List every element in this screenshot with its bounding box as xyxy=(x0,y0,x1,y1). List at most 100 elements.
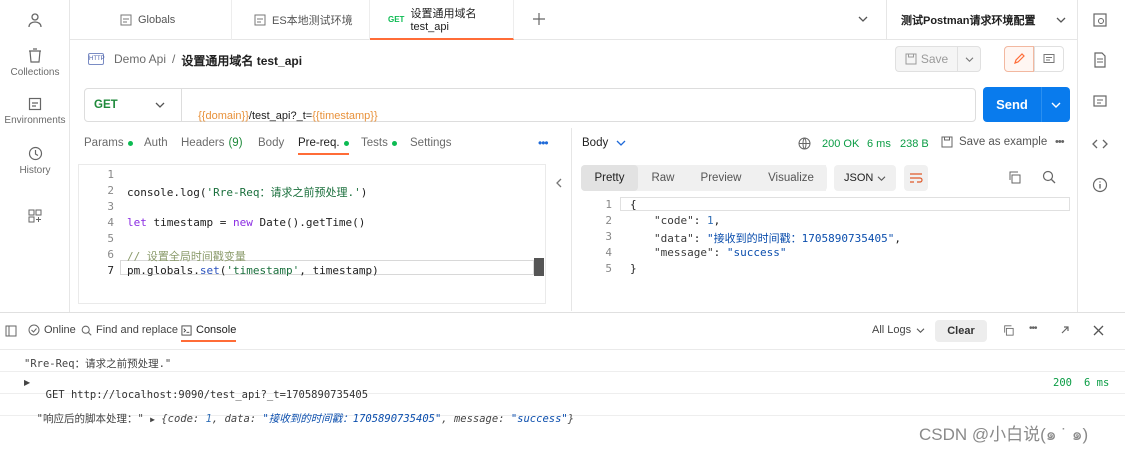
view-preview[interactable]: Preview xyxy=(690,165,752,191)
chevron-down-icon xyxy=(155,102,165,108)
new-tab-plus-icon[interactable] xyxy=(532,12,546,26)
documentation-icon[interactable] xyxy=(1092,52,1110,70)
save-options-button[interactable] xyxy=(957,46,981,72)
user-icon[interactable] xyxy=(27,12,43,28)
more-options-icon[interactable]: ••• xyxy=(1055,136,1065,148)
sidebar-item-history[interactable]: History xyxy=(0,146,70,176)
tab-label: 设置通用域名 test_api xyxy=(410,8,477,33)
more-options-icon[interactable]: ••• xyxy=(1029,323,1037,334)
tab-test-api[interactable]: GET 设置通用域名 test_api xyxy=(370,0,514,40)
json-value: "接收到的时间戳：1705890735405" xyxy=(707,232,895,245)
line-number: 2 xyxy=(605,214,612,227)
method-selector[interactable]: GET xyxy=(84,88,182,122)
edit-mode-button[interactable] xyxy=(1004,46,1034,72)
tab-body[interactable]: Body xyxy=(258,137,284,149)
code-comment: // 设置全局时间戳变量 xyxy=(127,250,246,263)
tab-pre-request[interactable]: Pre-req. xyxy=(298,137,349,155)
comment-mode-button[interactable] xyxy=(1034,46,1064,72)
tab-bar: Globals ES本地测试环境 GET 设置通用域名 test_api 测试P… xyxy=(70,0,1077,40)
response-status[interactable]: 200 OK xyxy=(822,138,859,150)
line-number: 7 xyxy=(107,264,114,277)
sidebar-item-environments[interactable]: Environments xyxy=(0,97,70,126)
tab-tests[interactable]: Tests xyxy=(361,137,397,149)
more-options-icon[interactable]: ••• xyxy=(538,136,549,150)
log-level-label: All Logs xyxy=(872,324,912,336)
save-as-example-button[interactable]: Save as example xyxy=(941,136,1047,148)
clear-label: Clear xyxy=(947,325,975,337)
left-sidebar: Collections Environments History xyxy=(0,0,70,312)
tab-label: Headers xyxy=(181,137,225,149)
right-sidebar xyxy=(1077,0,1125,312)
url-path: /test_api?_t= xyxy=(248,110,313,122)
info-icon[interactable] xyxy=(1092,177,1110,195)
clear-button[interactable]: Clear xyxy=(935,320,987,342)
breadcrumb: Demo Api / 设置通用域名 test_api xyxy=(114,52,302,69)
console-log-text: "响应后的脚本处理：" ▶ {code: 1, data: "接收到的时间戳：1… xyxy=(24,399,574,426)
tab-headers[interactable]: Headers (9) xyxy=(181,137,243,149)
pop-out-icon[interactable] xyxy=(1060,325,1070,335)
line-number: 3 xyxy=(605,230,612,243)
status-dot xyxy=(343,140,349,146)
editor-scrollbar[interactable] xyxy=(534,258,544,276)
comments-icon[interactable] xyxy=(1092,94,1110,112)
copy-icon[interactable] xyxy=(1008,171,1021,184)
apps-grid-icon[interactable] xyxy=(28,209,42,223)
pencil-icon xyxy=(1014,53,1025,64)
format-label: JSON xyxy=(844,172,874,184)
tab-method: GET xyxy=(388,14,405,24)
view-visualize[interactable]: Visualize xyxy=(756,165,826,191)
expand-caret-icon[interactable]: ▶ xyxy=(150,415,155,424)
search-icon[interactable] xyxy=(1042,170,1056,184)
line-number: 5 xyxy=(605,262,612,275)
response-size[interactable]: 238 B xyxy=(900,138,929,150)
url-input[interactable]: {{domain}}/test_api?_t={{timestamp}} xyxy=(192,98,378,122)
save-button[interactable]: Save xyxy=(895,46,957,72)
expand-caret-icon[interactable]: ▶ xyxy=(24,378,30,387)
trash-can-icon xyxy=(29,48,41,63)
pane-divider[interactable] xyxy=(571,128,572,311)
line-number: 3 xyxy=(107,200,114,213)
view-raw[interactable]: Raw xyxy=(640,165,686,191)
globe-icon[interactable] xyxy=(798,137,811,150)
tabs-dropdown-chevron-icon[interactable] xyxy=(858,15,868,23)
tab-params[interactable]: Params xyxy=(84,137,133,149)
console-object: {code: xyxy=(161,413,206,425)
environment-quicklook-icon[interactable] xyxy=(1092,12,1110,30)
sidebar-item-label: Collections xyxy=(10,67,60,78)
find-replace-label: Find and replace xyxy=(96,324,178,336)
tab-auth[interactable]: Auth xyxy=(144,137,168,149)
console-object: , message: xyxy=(441,413,511,425)
online-status[interactable]: Online xyxy=(28,324,76,336)
toggle-sidebar-icon[interactable] xyxy=(5,325,17,337)
send-options-button[interactable] xyxy=(1041,87,1070,122)
wrap-lines-button[interactable] xyxy=(904,165,928,191)
collapse-panel-chevron-icon[interactable] xyxy=(555,178,563,188)
log-level-selector[interactable]: All Logs xyxy=(872,324,925,336)
chevron-down-icon xyxy=(1051,102,1061,108)
environment-selector[interactable]: 测试Postman请求环境配置 xyxy=(886,0,1076,40)
close-icon[interactable] xyxy=(1093,325,1104,336)
console-tab[interactable]: Console xyxy=(181,324,237,342)
tab-es-environment[interactable]: ES本地测试环境 xyxy=(232,0,370,40)
save-icon xyxy=(905,53,917,65)
json-line: "data": "接收到的时间戳：1705890735405", xyxy=(654,232,901,245)
format-selector[interactable]: JSON xyxy=(834,165,896,191)
tab-settings[interactable]: Settings xyxy=(410,137,452,149)
tab-globals[interactable]: Globals xyxy=(104,0,232,40)
code-icon[interactable] xyxy=(1092,136,1110,154)
sidebar-item-collections[interactable]: Collections xyxy=(0,48,70,78)
find-replace-button[interactable]: Find and replace xyxy=(81,324,178,336)
response-body-selector[interactable]: Body xyxy=(582,137,626,149)
tab-label: ES本地测试环境 xyxy=(272,15,353,27)
response-body-label: Body xyxy=(582,137,609,149)
wrap-lines-icon xyxy=(910,173,923,183)
console-object-value: "success" xyxy=(510,413,568,425)
send-button[interactable]: Send xyxy=(983,87,1041,122)
save-as-example-label: Save as example xyxy=(959,136,1048,148)
copy-icon[interactable] xyxy=(1003,325,1014,336)
json-key: "message" xyxy=(654,246,714,259)
view-pretty[interactable]: Pretty xyxy=(581,165,638,191)
code-token: ) xyxy=(360,186,368,199)
breadcrumb-parent[interactable]: Demo Api xyxy=(114,52,166,69)
response-time[interactable]: 6 ms xyxy=(867,138,891,150)
